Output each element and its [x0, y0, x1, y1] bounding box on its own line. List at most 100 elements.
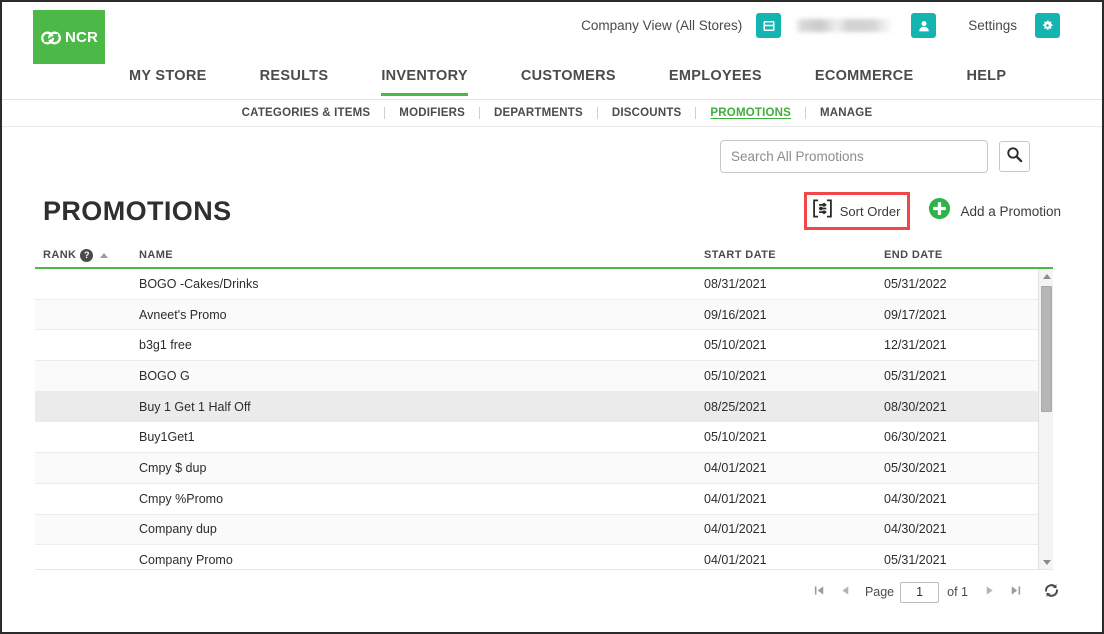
cell-name: Buy1Get1 [139, 430, 195, 445]
refresh-button[interactable] [1040, 581, 1062, 603]
next-page-icon [983, 584, 996, 600]
last-page-button[interactable] [1002, 580, 1028, 604]
cell-name: Company Promo [139, 553, 233, 568]
page-label: Page [864, 585, 895, 599]
search-button[interactable] [999, 141, 1030, 172]
nav-tab-help[interactable]: HELP [966, 64, 1006, 96]
table-vertical-scrollbar[interactable] [1038, 269, 1053, 569]
subnav-categories-and-items[interactable]: CATEGORIES & ITEMS [228, 107, 385, 119]
cell-name: Company dup [139, 522, 217, 537]
store-icon[interactable] [756, 13, 782, 38]
first-page-button[interactable] [807, 580, 833, 604]
username-redacted [795, 19, 894, 32]
scrollbar-thumb[interactable] [1041, 286, 1052, 412]
nav-tab-results[interactable]: RESULTS [260, 64, 329, 96]
cell-start-date: 04/01/2021 [704, 553, 767, 568]
refresh-icon [1042, 581, 1061, 603]
column-header-rank-label: RANK [43, 249, 77, 261]
cell-end-date: 12/31/2021 [884, 338, 947, 353]
page-number-input[interactable] [900, 581, 940, 603]
ncr-rings-icon [40, 30, 62, 46]
nav-tab-inventory[interactable]: INVENTORY [381, 64, 468, 96]
cell-end-date: 06/30/2021 [884, 430, 947, 445]
table-row[interactable]: Cmpy $ dup 04/01/2021 05/30/2021 [35, 453, 1053, 484]
table-row[interactable]: BOGO -Cakes/Drinks 08/31/2021 05/31/2022 [35, 269, 1053, 300]
search-bar [720, 140, 1030, 173]
ncr-logo[interactable]: NCR [33, 10, 105, 65]
sort-ascending-icon [100, 252, 109, 258]
cell-end-date: 05/31/2021 [884, 368, 947, 383]
column-header-rank[interactable]: RANK ? [43, 248, 139, 262]
column-header-end-date[interactable]: END DATE [884, 249, 1034, 261]
cell-name: Avneet's Promo [139, 307, 227, 322]
table-row[interactable]: b3g1 free 05/10/2021 12/31/2021 [35, 330, 1053, 362]
cell-start-date: 05/10/2021 [704, 368, 767, 383]
ncr-logo-text: NCR [64, 29, 99, 46]
table-row[interactable]: BOGO G 05/10/2021 05/31/2021 [35, 361, 1053, 392]
subnav-manage[interactable]: MANAGE [806, 107, 886, 119]
cell-name: BOGO G [139, 368, 190, 383]
plus-circle-icon [928, 197, 951, 225]
add-promotion-label: Add a Promotion [960, 203, 1061, 219]
cell-start-date: 05/10/2021 [704, 338, 767, 353]
rank-help-icon[interactable]: ? [80, 248, 94, 262]
page-header-row: PROMOTIONS Sort Order Add a Promotion [43, 192, 1061, 230]
cell-end-date: 08/30/2021 [884, 399, 947, 414]
cell-name: Buy 1 Get 1 Half Off [139, 399, 251, 414]
subnav-modifiers[interactable]: MODIFIERS [385, 107, 479, 119]
cell-name: Cmpy $ dup [139, 460, 207, 475]
page-title: PROMOTIONS [43, 195, 232, 226]
cell-end-date: 05/30/2021 [884, 460, 947, 475]
subnav-discounts[interactable]: DISCOUNTS [598, 107, 696, 119]
nav-tab-my-store[interactable]: MY STORE [129, 64, 207, 96]
cell-end-date: 04/30/2021 [884, 491, 947, 506]
table-row[interactable]: Company Promo 04/01/2021 05/31/2021 [35, 545, 1053, 569]
cell-end-date: 05/31/2021 [884, 553, 947, 568]
search-input[interactable] [720, 140, 988, 173]
table-row[interactable]: Buy 1 Get 1 Half Off 08/25/2021 08/30/20… [35, 391, 1053, 423]
cell-start-date: 08/31/2021 [704, 276, 767, 291]
cell-start-date: 04/01/2021 [704, 460, 767, 475]
previous-page-icon [839, 584, 852, 600]
scroll-up-button[interactable] [1039, 269, 1053, 284]
promotions-page: NCR Company View (All Stores) Settings M… [0, 0, 1104, 634]
subnav-departments[interactable]: DEPARTMENTS [480, 107, 597, 119]
promotions-table: RANK ? NAME START DATE END DATE BOGO -Ca… [35, 243, 1053, 570]
first-page-icon [813, 584, 826, 600]
previous-page-button[interactable] [833, 580, 859, 604]
user-icon[interactable] [911, 13, 937, 38]
sort-order-icon [812, 198, 833, 224]
table-row[interactable]: Buy1Get1 05/10/2021 06/30/2021 [35, 422, 1053, 454]
subnav-promotions[interactable]: PROMOTIONS [696, 107, 805, 119]
sort-order-button[interactable]: Sort Order [803, 192, 911, 230]
nav-tab-ecommerce[interactable]: ECOMMERCE [815, 64, 914, 96]
cell-end-date: 09/17/2021 [884, 307, 947, 322]
add-promotion-button[interactable]: Add a Promotion [928, 197, 1061, 225]
chevron-down-icon [1042, 560, 1051, 565]
cell-start-date: 08/25/2021 [704, 399, 767, 414]
scroll-down-button[interactable] [1039, 555, 1053, 569]
table-row[interactable]: Company dup 04/01/2021 04/30/2021 [35, 514, 1053, 546]
nav-tab-customers[interactable]: CUSTOMERS [521, 64, 616, 96]
company-view-label: Company View (All Stores) [581, 18, 743, 33]
table-row[interactable]: Avneet's Promo 09/16/2021 09/17/2021 [35, 299, 1053, 331]
settings-label[interactable]: Settings [968, 18, 1017, 33]
search-icon [1006, 146, 1023, 168]
table-row[interactable]: Cmpy %Promo 04/01/2021 04/30/2021 [35, 483, 1053, 515]
cell-start-date: 09/16/2021 [704, 307, 767, 322]
cell-name: BOGO -Cakes/Drinks [139, 276, 259, 291]
chevron-up-icon [1042, 274, 1051, 279]
gear-icon[interactable] [1035, 13, 1060, 38]
nav-tab-employees[interactable]: EMPLOYEES [669, 64, 762, 96]
cell-start-date: 04/01/2021 [704, 522, 767, 537]
table-body: BOGO -Cakes/Drinks 08/31/2021 05/31/2022… [35, 269, 1053, 570]
column-header-start-date[interactable]: START DATE [704, 249, 884, 261]
page-total-label: of 1 [947, 585, 968, 599]
table-header-row: RANK ? NAME START DATE END DATE [35, 243, 1053, 269]
last-page-icon [1009, 584, 1022, 600]
column-header-name[interactable]: NAME [139, 249, 704, 261]
next-page-button[interactable] [976, 580, 1002, 604]
cell-name: Cmpy %Promo [139, 491, 224, 506]
main-navigation: MY STORE RESULTS INVENTORY CUSTOMERS EMP… [2, 64, 1102, 100]
cell-name: b3g1 free [139, 338, 192, 353]
